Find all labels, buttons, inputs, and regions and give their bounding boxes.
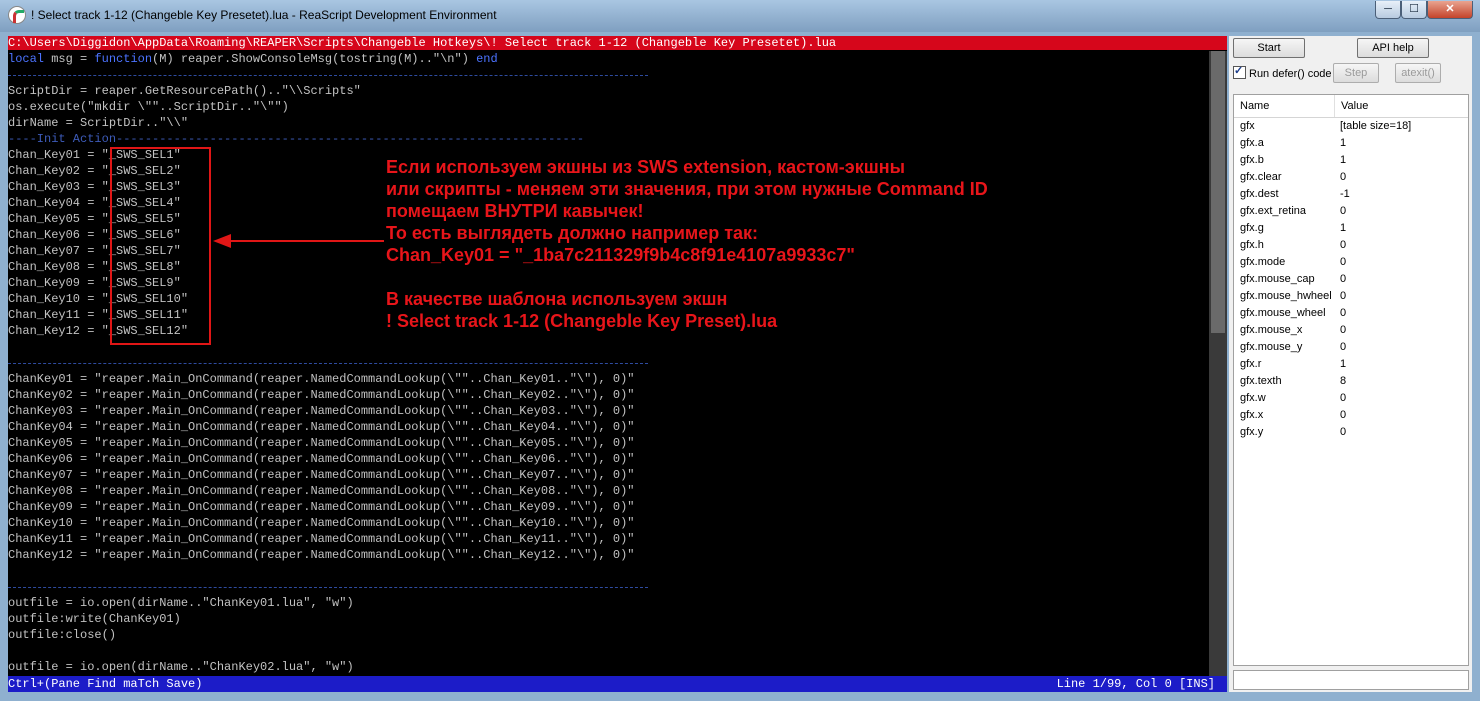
code-area[interactable]: local msg = function(M) reaper.ShowConso… <box>8 51 1208 676</box>
maximize-button[interactable]: ☐ <box>1401 1 1427 19</box>
checkbox-checked-icon[interactable] <box>1233 63 1246 79</box>
outfile-line[interactable] <box>8 643 1208 659</box>
code-line[interactable]: os.execute("mkdir \""..ScriptDir.."\"") <box>8 99 1208 115</box>
annotation-gap <box>386 266 1186 288</box>
annotation-line: или скрипты - меняем эти значения, при э… <box>386 179 988 199</box>
highlight-box <box>110 147 211 345</box>
window-title: ! Select track 1-12 (Changeble Key Prese… <box>31 8 497 22</box>
command-line[interactable]: ChanKey09 = "reaper.Main_OnCommand(reape… <box>8 499 1208 515</box>
command-line[interactable]: ChanKey07 = "reaper.Main_OnCommand(reape… <box>8 467 1208 483</box>
variable-row[interactable]: gfx.a 1 <box>1234 135 1468 152</box>
variable-row[interactable]: gfx.b 1 <box>1234 152 1468 169</box>
code-line[interactable]: dirName = ScriptDir.."\\" <box>8 115 1208 131</box>
command-line[interactable]: ChanKey11 = "reaper.Main_OnCommand(reape… <box>8 531 1208 547</box>
annotation-arrow-line <box>230 240 384 242</box>
variable-row[interactable]: gfx.mouse_x 0 <box>1234 322 1468 339</box>
annotation-line: помещаем ВНУТРИ кавычек! <box>386 201 644 221</box>
command-line[interactable]: ChanKey06 = "reaper.Main_OnCommand(reape… <box>8 451 1208 467</box>
title-bar[interactable]: ! Select track 1-12 (Changeble Key Prese… <box>0 0 1480 32</box>
scrollbar-thumb[interactable] <box>1211 51 1225 333</box>
variable-row[interactable]: gfx.r 1 <box>1234 356 1468 373</box>
variable-row[interactable]: gfx.y 0 <box>1234 424 1468 441</box>
variable-row[interactable]: gfx.dest -1 <box>1234 186 1468 203</box>
annotation-text: Если используем экшны из SWS extension, … <box>386 156 1186 332</box>
reaper-app-icon[interactable] <box>8 6 26 24</box>
cursor-position: Line 1/99, Col 0 [INS] <box>1056 677 1215 691</box>
command-line[interactable]: ChanKey03 = "reaper.Main_OnCommand(reape… <box>8 403 1208 419</box>
variables-header: Name Value <box>1234 95 1468 118</box>
close-button[interactable]: ✕ <box>1427 1 1473 19</box>
outfile-line[interactable]: outfile = io.open(dirName.."ChanKey01.lu… <box>8 595 1208 611</box>
atexit-button[interactable]: atexit() <box>1395 63 1441 83</box>
variable-row[interactable]: gfx.mouse_hwheel 0 <box>1234 288 1468 305</box>
command-line[interactable]: ChanKey02 = "reaper.Main_OnCommand(reape… <box>8 387 1208 403</box>
variable-row[interactable]: gfx [table size=18] <box>1234 118 1468 135</box>
arrow-left-icon <box>213 234 231 248</box>
code-line-1[interactable]: local msg = function(M) reaper.ShowConso… <box>8 51 1208 67</box>
code-line[interactable]: ScriptDir = reaper.GetResourcePath().."\… <box>8 83 1208 99</box>
variable-row[interactable]: gfx.ext_retina 0 <box>1234 203 1468 220</box>
code-editor[interactable]: C:\Users\Diggidon\AppData\Roaming\REAPER… <box>8 36 1227 692</box>
variable-row[interactable]: gfx.x 0 <box>1234 407 1468 424</box>
variable-row[interactable]: gfx.clear 0 <box>1234 169 1468 186</box>
minimize-button[interactable]: ─ <box>1375 1 1401 19</box>
comment-separator <box>8 363 648 364</box>
step-button[interactable]: Step <box>1333 63 1379 83</box>
variable-row[interactable]: gfx.mode 0 <box>1234 254 1468 271</box>
command-line[interactable]: ChanKey10 = "reaper.Main_OnCommand(reape… <box>8 515 1208 531</box>
init-action-comment[interactable]: ----Init Action-------------------------… <box>8 131 1208 147</box>
outfile-line[interactable]: outfile:close() <box>8 627 1208 643</box>
file-path-bar: C:\Users\Diggidon\AppData\Roaming\REAPER… <box>8 36 1227 50</box>
variable-row[interactable]: gfx.g 1 <box>1234 220 1468 237</box>
start-button[interactable]: Start <box>1233 38 1305 58</box>
variable-row[interactable]: gfx.mouse_wheel 0 <box>1234 305 1468 322</box>
app-window: ! Select track 1-12 (Changeble Key Prese… <box>0 0 1480 701</box>
comment-separator <box>8 587 648 588</box>
variable-row[interactable]: gfx.h 0 <box>1234 237 1468 254</box>
column-header-name[interactable]: Name <box>1240 95 1269 117</box>
shortcut-hint: Ctrl+(Pane Find maTch Save) <box>8 677 203 691</box>
command-line[interactable]: ChanKey08 = "reaper.Main_OnCommand(reape… <box>8 483 1208 499</box>
run-defer-checkbox[interactable]: Run defer() code <box>1233 63 1332 82</box>
api-help-button[interactable]: API help <box>1357 38 1429 58</box>
variable-row[interactable]: gfx.mouse_y 0 <box>1234 339 1468 356</box>
annotation-line: ! Select track 1-12 (Changeble Key Prese… <box>386 311 778 331</box>
variable-row[interactable]: gfx.mouse_cap 0 <box>1234 271 1468 288</box>
vertical-scrollbar[interactable] <box>1209 51 1227 676</box>
blank-line[interactable] <box>8 563 1208 579</box>
debug-panel: Start API help Run defer() code Step ate… <box>1229 36 1472 692</box>
variable-row[interactable]: gfx.texth 8 <box>1234 373 1468 390</box>
annotation-line: То есть выглядеть должно например так: <box>386 223 759 243</box>
editor-status-bar: Ctrl+(Pane Find maTch Save) Line 1/99, C… <box>8 676 1227 692</box>
variables-list[interactable]: Name Value gfx [table size=18] gfx.a 1 gfx… <box>1233 94 1469 666</box>
outfile-line[interactable]: outfile = io.open(dirName.."ChanKey02.lu… <box>8 659 1208 675</box>
eval-input[interactable] <box>1233 670 1469 690</box>
annotation-line: Chan_Key01 = "_1ba7c211329f9b4c8f91e4107… <box>386 245 855 265</box>
command-line[interactable]: ChanKey12 = "reaper.Main_OnCommand(reape… <box>8 547 1208 563</box>
comment-separator <box>8 75 648 76</box>
annotation-line: В качестве шаблона используем экшн <box>386 289 728 309</box>
command-line[interactable]: ChanKey05 = "reaper.Main_OnCommand(reape… <box>8 435 1208 451</box>
annotation-line: Если используем экшны из SWS extension, … <box>386 157 905 177</box>
column-header-value[interactable]: Value <box>1334 95 1368 117</box>
command-line[interactable]: ChanKey01 = "reaper.Main_OnCommand(reape… <box>8 371 1208 387</box>
outfile-line[interactable]: outfile:write(ChanKey01) <box>8 611 1208 627</box>
variable-row[interactable]: gfx.w 0 <box>1234 390 1468 407</box>
command-line[interactable]: ChanKey04 = "reaper.Main_OnCommand(reape… <box>8 419 1208 435</box>
